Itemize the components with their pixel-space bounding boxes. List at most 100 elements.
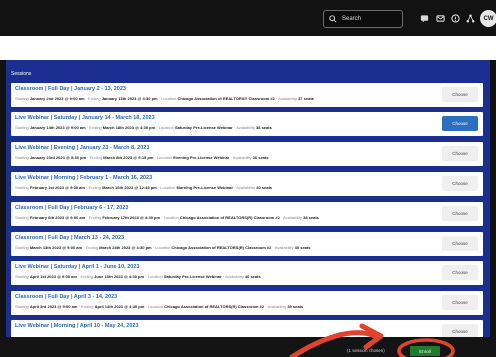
session-ending-label: Ending xyxy=(85,245,99,250)
session-availability-label: Availability xyxy=(236,185,256,190)
chat-icon[interactable] xyxy=(420,14,429,23)
session-location-label: Location xyxy=(161,96,177,101)
session-row: Classroom | Full Day | January 2 - 13, 2… xyxy=(11,83,483,107)
session-location-value: Evening Pre-License Webinar xyxy=(173,155,230,160)
session-title[interactable]: Classroom | Full Day | March 13 - 24, 20… xyxy=(15,235,124,241)
session-details: Starting February 1st 2023 @ 9:00 am · E… xyxy=(15,185,272,190)
session-row: Live Webinar | Evening | January 23 - Ma… xyxy=(11,142,483,166)
session-location-value: Saturday Pre-License Webinar xyxy=(174,125,233,130)
session-availability-label: Availability xyxy=(267,304,287,309)
session-title[interactable]: Live Webinar | Evening | January 23 - Ma… xyxy=(15,145,149,151)
choose-button[interactable]: Choose xyxy=(442,116,478,131)
session-ending-label: Ending xyxy=(88,185,101,190)
session-starting-value: January 14th 2023 @ 9:00 am xyxy=(29,125,86,130)
session-ending-label: Ending xyxy=(80,274,93,279)
session-location-label: Location xyxy=(163,215,179,220)
session-ending-label: Ending xyxy=(80,304,94,309)
session-ending-label: Ending xyxy=(88,215,102,220)
choose-button[interactable]: Choose xyxy=(442,176,478,191)
choose-button[interactable]: Choose xyxy=(442,236,478,251)
session-details: Starting January 2nd 2023 @ 9:00 am · En… xyxy=(15,96,314,101)
session-starting-value: April 1st 2023 @ 9:00 am xyxy=(29,274,77,279)
session-details: Starting February 6th 2023 @ 9:00 am · E… xyxy=(15,215,319,220)
session-starting-label: Starting xyxy=(15,304,29,309)
session-location-label: Location xyxy=(155,245,171,250)
session-location-value: Saturday Pre-License Webinar xyxy=(163,274,222,279)
session-details: Starting April 1st 2023 @ 9:00 am · Endi… xyxy=(15,274,261,279)
session-availability-value: 38 seats xyxy=(256,125,272,130)
session-location-value: Morning Pre-License Webinar xyxy=(176,185,233,190)
session-row: Live Webinar | Morning | February 1 - Ma… xyxy=(11,172,483,196)
session-details: Starting March 13th 2023 @ 9:00 am · End… xyxy=(15,245,310,250)
session-title[interactable]: Live Webinar | Saturday | April 1 - June… xyxy=(15,264,139,270)
choose-button[interactable]: Choose xyxy=(442,295,478,310)
session-title[interactable]: Classroom | Full Day | January 2 - 13, 2… xyxy=(15,86,126,92)
session-row: Live Webinar | Saturday | April 1 - June… xyxy=(11,261,483,285)
avatar[interactable]: CW xyxy=(480,10,496,27)
choose-button[interactable]: Choose xyxy=(442,87,478,102)
session-row: Classroom | Full Day | February 6 - 17, … xyxy=(11,202,483,226)
session-availability-label: Availability xyxy=(283,215,302,220)
session-availability-value: 40 seats xyxy=(244,274,261,279)
session-starting-label: Starting xyxy=(15,96,29,101)
session-row: Live Webinar | Saturday | January 14 - M… xyxy=(11,112,483,136)
session-row: Classroom | Full Day | March 13 - 24, 20… xyxy=(11,232,483,256)
session-ending-value: June 10th 2023 @ 4:30 pm xyxy=(94,274,145,279)
session-availability-value: 37 seats xyxy=(298,96,314,101)
session-location-label: Location xyxy=(158,125,174,130)
session-starting-value: April 3rd 2023 @ 9:00 am xyxy=(29,304,78,309)
session-availability-label: Availability xyxy=(224,274,244,279)
session-location-value: Chicago Association of REALTORS® Classro… xyxy=(177,96,275,101)
session-details: Starting January 23rd 2023 @ 5:30 pm · E… xyxy=(15,155,268,160)
session-availability-value: 39 seats xyxy=(287,304,304,309)
session-availability-label: Availability xyxy=(278,96,297,101)
session-starting-value: January 23rd 2023 @ 5:30 pm xyxy=(29,155,87,160)
session-availability-value: 40 seats xyxy=(294,245,311,250)
choose-button[interactable]: Choose xyxy=(442,265,478,280)
session-availability-label: Availability xyxy=(274,245,294,250)
session-ending-label: Ending xyxy=(89,125,102,130)
top-bar: Search CW xyxy=(0,0,496,36)
choose-button[interactable]: Choose xyxy=(442,146,478,161)
session-details: Starting January 14th 2023 @ 9:00 am · E… xyxy=(15,125,272,130)
search-input[interactable]: Search xyxy=(323,10,403,28)
page-header-area xyxy=(0,36,496,60)
session-ending-value: March 16th 2023 @ 12:45 pm xyxy=(102,185,157,190)
session-starting-value: February 6th 2023 @ 9:00 am xyxy=(29,215,86,220)
session-ending-value: April 14th 2023 @ 4:30 pm xyxy=(94,304,145,309)
session-location-value: Chicago Association of REALTORS(R) Class… xyxy=(179,215,280,220)
session-title[interactable]: Live Webinar | Morning | April 10 - May … xyxy=(15,323,139,329)
session-starting-label: Starting xyxy=(15,125,29,130)
sessions-panel: Sessions Classroom | Full Day | January … xyxy=(6,60,490,357)
session-starting-label: Starting xyxy=(15,155,29,160)
session-title[interactable]: Classroom | Full Day | April 3 - 14, 202… xyxy=(15,294,117,300)
session-location-label: Location xyxy=(160,185,176,190)
session-title[interactable]: Live Webinar | Morning | February 1 - Ma… xyxy=(15,175,152,181)
sessions-heading: Sessions xyxy=(11,71,32,77)
session-ending-value: March 8th 2023 @ 9:15 pm xyxy=(103,155,154,160)
search-placeholder: Search xyxy=(342,16,362,22)
help-icon[interactable] xyxy=(451,14,460,23)
session-availability-label: Availability xyxy=(232,155,252,160)
session-availability-label: Availability xyxy=(236,125,255,130)
session-ending-value: February 17th 2023 @ 4:30 pm xyxy=(102,215,161,220)
session-ending-value: March 18th 2023 @ 4:30 pm xyxy=(102,125,156,130)
mail-icon[interactable] xyxy=(436,14,445,23)
session-title[interactable]: Classroom | Full Day | February 6 - 17, … xyxy=(15,205,128,211)
network-icon[interactable] xyxy=(466,14,475,23)
session-starting-label: Starting xyxy=(15,274,29,279)
session-location-value: Chicago Association of REALTORS(R) Class… xyxy=(164,304,265,309)
session-location-label: Location xyxy=(156,155,173,160)
session-location-label: Location xyxy=(147,304,163,309)
session-row: Classroom | Full Day | April 3 - 14, 202… xyxy=(11,291,483,315)
session-ending-value: March 24th 2023 @ 4:30 pm xyxy=(99,245,152,250)
session-title[interactable]: Live Webinar | Saturday | January 14 - M… xyxy=(15,115,155,121)
session-ending-value: January 13th 2023 @ 4:30 pm xyxy=(101,96,158,101)
session-starting-value: March 13th 2023 @ 9:00 am xyxy=(29,245,83,250)
enroll-button[interactable]: Enroll xyxy=(410,346,440,356)
session-starting-value: February 1st 2023 @ 9:00 am xyxy=(29,185,85,190)
choose-button[interactable]: Choose xyxy=(442,206,478,221)
session-availability-value: 40 seats xyxy=(256,185,273,190)
session-availability-value: 38 seats xyxy=(303,215,319,220)
session-starting-label: Starting xyxy=(15,185,29,190)
